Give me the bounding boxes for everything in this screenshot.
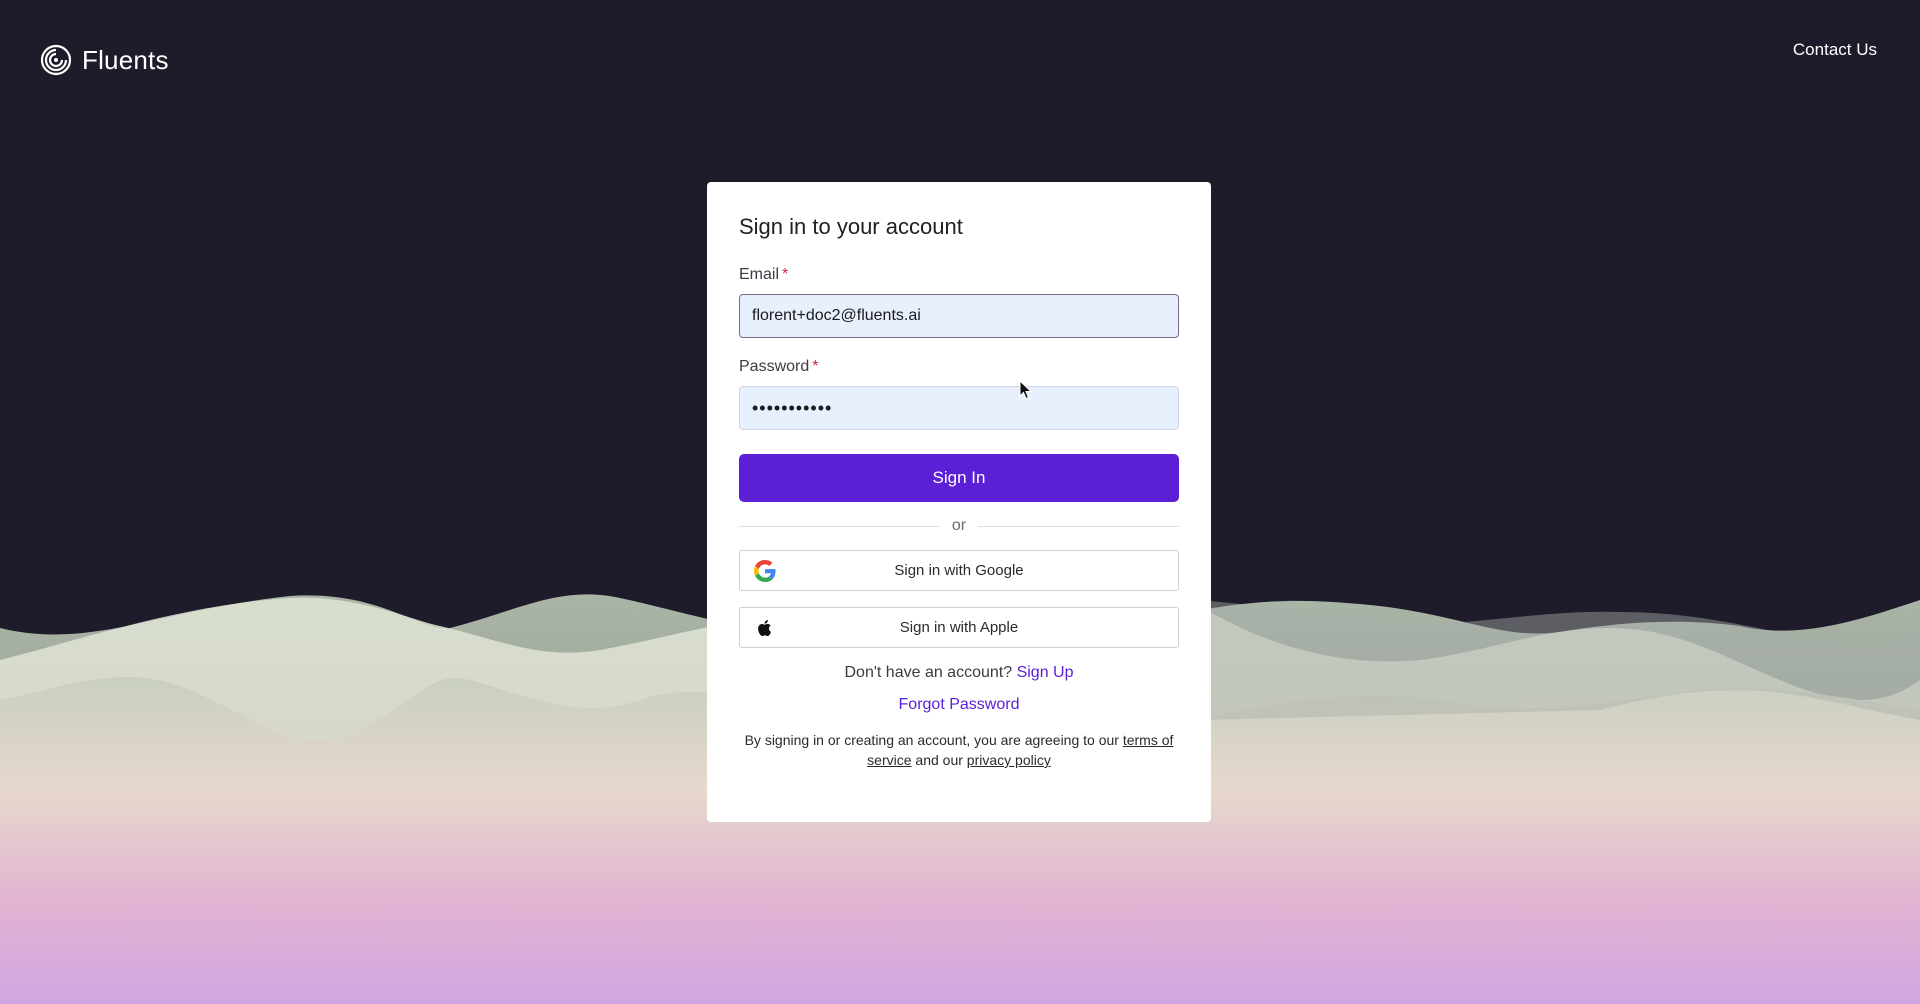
required-marker: * <box>782 266 789 283</box>
fluents-spiral-icon <box>40 44 72 76</box>
divider-line <box>978 525 1180 527</box>
divider-text: or <box>951 517 967 534</box>
email-field[interactable] <box>739 294 1179 338</box>
forgot-password-row: Forgot Password <box>739 696 1179 714</box>
password-field-group: Password * <box>739 358 1179 430</box>
sign-up-link[interactable]: Sign Up <box>1017 664 1074 681</box>
brand-logo[interactable]: Fluents <box>40 44 169 76</box>
email-label: Email * <box>739 266 1179 284</box>
legal-notice: By signing in or creating an account, yo… <box>739 730 1179 770</box>
apple-signin-label: Sign in with Apple <box>899 619 1019 636</box>
signin-page: Fluents Contact Us Sign in to your accou… <box>0 0 1920 1004</box>
legal-prefix: By signing in or creating an account, yo… <box>744 732 1119 748</box>
privacy-policy-link[interactable]: privacy policy <box>967 752 1051 768</box>
apple-icon <box>758 620 772 637</box>
page-title: Sign in to your account <box>739 214 963 239</box>
required-marker: * <box>812 358 819 375</box>
apple-signin-button[interactable]: Sign in with Apple <box>739 607 1179 648</box>
email-label-text: Email <box>739 266 780 283</box>
password-label-text: Password <box>739 358 810 375</box>
signin-card: Sign in to your account Email* Password*… <box>707 182 1211 822</box>
email-field-group: Email * <box>739 266 1179 338</box>
google-signin-button[interactable]: Sign in with Google <box>739 550 1179 591</box>
or-divider: or <box>739 514 1180 538</box>
brand-name: Fluents <box>82 44 169 75</box>
password-label: Password * <box>739 358 1179 376</box>
sign-in-button[interactable]: Sign In <box>739 454 1179 502</box>
google-g-icon <box>754 560 776 582</box>
password-field[interactable] <box>739 386 1179 430</box>
divider-line <box>739 525 940 527</box>
google-signin-label: Sign in with Google <box>894 562 1024 579</box>
signup-prompt-text: Don't have an account? <box>844 664 1013 681</box>
mouse-pointer-icon <box>1019 380 1033 400</box>
contact-us-link[interactable]: Contact Us <box>1793 40 1877 60</box>
legal-middle: and our <box>915 752 963 768</box>
signup-prompt: Don't have an account? Sign Up <box>739 664 1179 682</box>
forgot-password-link[interactable]: Forgot Password <box>899 696 1020 713</box>
